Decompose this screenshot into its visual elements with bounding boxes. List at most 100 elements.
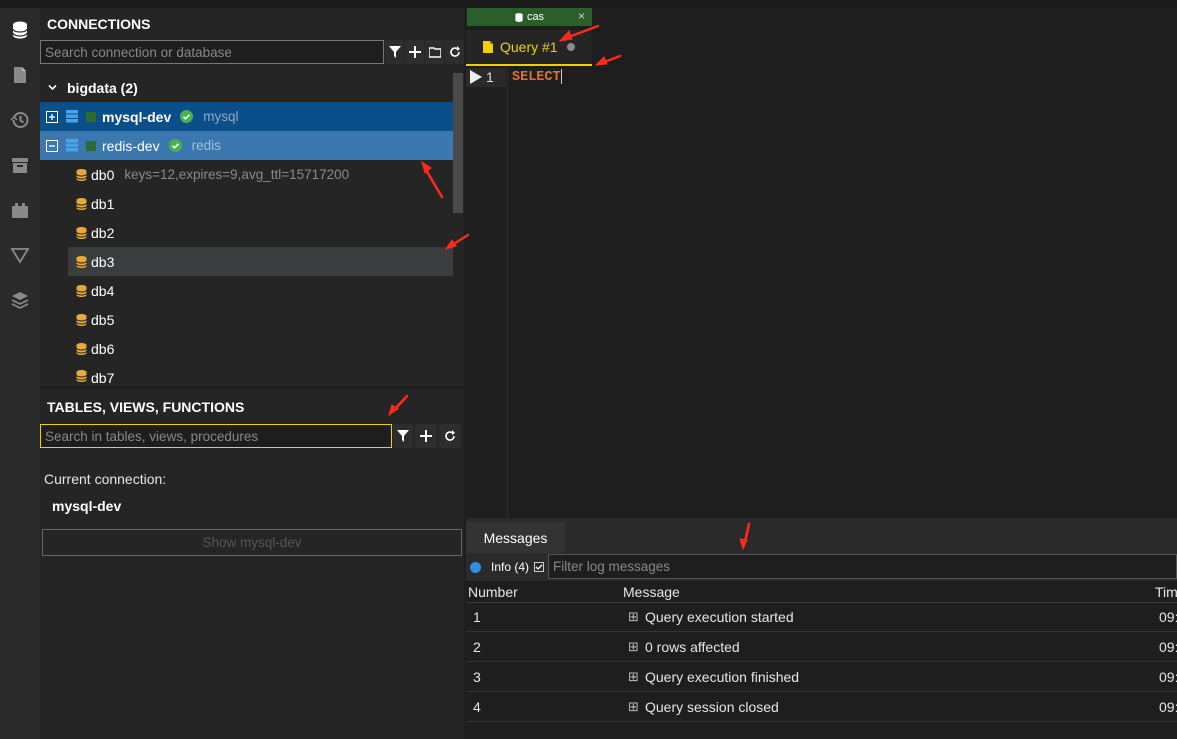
filter-icon (397, 430, 409, 442)
filter-icon (388, 46, 401, 58)
database-icon (76, 342, 87, 355)
column-header[interactable]: Tim (1155, 584, 1177, 600)
line-gutter: 1 (466, 66, 508, 518)
add-connection-button[interactable] (405, 40, 424, 64)
expand-icon[interactable]: ⊞ (628, 609, 639, 625)
database-icon[interactable] (0, 12, 40, 48)
database-name: db4 (91, 282, 115, 299)
plus-icon (420, 430, 432, 442)
filter-icon[interactable] (0, 237, 40, 273)
current-connection-value: mysql-dev (52, 498, 122, 514)
folder-add-icon (428, 47, 441, 58)
database-name: db3 (91, 253, 115, 270)
code-line[interactable]: SELECT (512, 69, 562, 85)
row-number: 2 (473, 639, 481, 655)
refresh-icon (445, 430, 455, 441)
row-time: 09: (1159, 699, 1177, 715)
expand-icon[interactable]: ⊞ (628, 699, 639, 715)
tables-filter-button[interactable] (393, 424, 413, 448)
text-cursor (560, 69, 562, 84)
info-filter[interactable]: Info (4) (470, 558, 545, 576)
table-row[interactable]: 1 ⊞ Query execution started 09: (466, 602, 1177, 632)
plugin-icon[interactable] (0, 192, 40, 228)
archive-icon[interactable] (0, 147, 40, 183)
messages-panel: Messages Info (4) Number Message Tim 1 ⊞ Q… (466, 518, 1177, 739)
database-icon (76, 284, 87, 297)
column-header[interactable]: Number (468, 584, 518, 600)
connections-title: CONNECTIONS (47, 16, 151, 32)
expand-icon[interactable]: ⊞ (628, 639, 639, 655)
row-time: 09: (1159, 639, 1177, 655)
database-item[interactable]: db0 keys=12,expires=9,avg_ttl=15717200 (68, 160, 453, 189)
database-item[interactable]: db2 (68, 218, 453, 247)
add-folder-button[interactable] (425, 40, 444, 64)
table-row[interactable]: 2 ⊞ 0 rows affected 09: (466, 632, 1177, 662)
current-connection-label: Current connection: (44, 471, 167, 487)
file-tab[interactable]: cas × (467, 8, 592, 26)
row-message: 0 rows affected (645, 639, 740, 655)
connection-item-mysql[interactable]: mysql-dev mysql (40, 102, 453, 131)
info-label: Info (4) (491, 560, 530, 574)
filter-button[interactable] (385, 40, 404, 64)
line-number: 1 (486, 69, 494, 85)
database-item[interactable]: db3 (68, 247, 453, 276)
expand-icon (46, 110, 58, 123)
checkbox-icon[interactable] (534, 562, 545, 572)
table-row[interactable]: 3 ⊞ Query execution finished 09: (466, 662, 1177, 692)
messages-tab[interactable]: Messages (466, 522, 565, 553)
activity-bar (0, 8, 40, 739)
filter-log-input[interactable] (548, 554, 1177, 579)
query-tab[interactable]: Query #1 (466, 30, 592, 66)
column-header[interactable]: Message (623, 584, 680, 600)
plus-icon (408, 46, 421, 58)
row-number: 4 (473, 699, 481, 715)
connection-group[interactable]: bigdata (2) (40, 73, 453, 102)
close-icon[interactable]: × (578, 9, 585, 23)
database-name: db7 (91, 370, 115, 386)
show-connection-button[interactable]: Show mysql-dev (42, 529, 462, 556)
chevron-down-icon (48, 84, 57, 91)
scrollbar-thumb[interactable] (453, 73, 463, 213)
connected-icon (180, 110, 194, 123)
database-item[interactable]: db4 (68, 276, 453, 305)
database-name: db1 (91, 195, 115, 212)
row-message: Query execution finished (645, 669, 800, 685)
refresh-icon (449, 46, 460, 57)
database-item[interactable]: db7 (68, 363, 453, 386)
server-icon (66, 139, 78, 152)
database-info: keys=12,expires=9,avg_ttl=15717200 (124, 167, 350, 182)
connection-search-input[interactable] (40, 40, 384, 64)
database-item[interactable]: db5 (68, 305, 453, 334)
history-icon[interactable] (0, 102, 40, 138)
tables-refresh-button[interactable] (439, 424, 461, 448)
connection-type: mysql (203, 109, 239, 124)
editor-area: cas × Query #1 1 SELECT (466, 8, 1177, 518)
tables-add-button[interactable] (415, 424, 437, 448)
refresh-button[interactable] (445, 40, 464, 64)
layers-icon[interactable] (0, 282, 40, 318)
query-tab-label: Query #1 (500, 39, 558, 55)
connection-item-redis[interactable]: redis-dev redis (40, 131, 453, 160)
database-icon (76, 226, 87, 239)
info-icon (470, 561, 481, 573)
connection-name: redis-dev (102, 137, 160, 154)
expand-icon[interactable]: ⊞ (628, 669, 639, 685)
database-name: db5 (91, 311, 115, 328)
table-row[interactable]: 4 ⊞ Query session closed 09: (466, 692, 1177, 722)
title-bar (0, 0, 1177, 8)
database-item[interactable]: db1 (68, 189, 453, 218)
row-message: Query session closed (645, 699, 779, 715)
sql-keyword: SELECT (512, 70, 561, 86)
database-name: db0 (91, 166, 115, 183)
database-item[interactable]: db6 (68, 334, 453, 363)
connection-name: mysql-dev (102, 108, 172, 125)
run-icon[interactable] (470, 70, 482, 84)
database-icon (515, 12, 523, 22)
server-icon (66, 110, 78, 123)
file-icon[interactable] (0, 57, 40, 93)
database-icon (76, 313, 87, 326)
connection-type: redis (191, 138, 221, 153)
collapse-icon (46, 139, 58, 152)
tables-search-input[interactable] (40, 424, 392, 448)
row-number: 3 (473, 669, 481, 685)
